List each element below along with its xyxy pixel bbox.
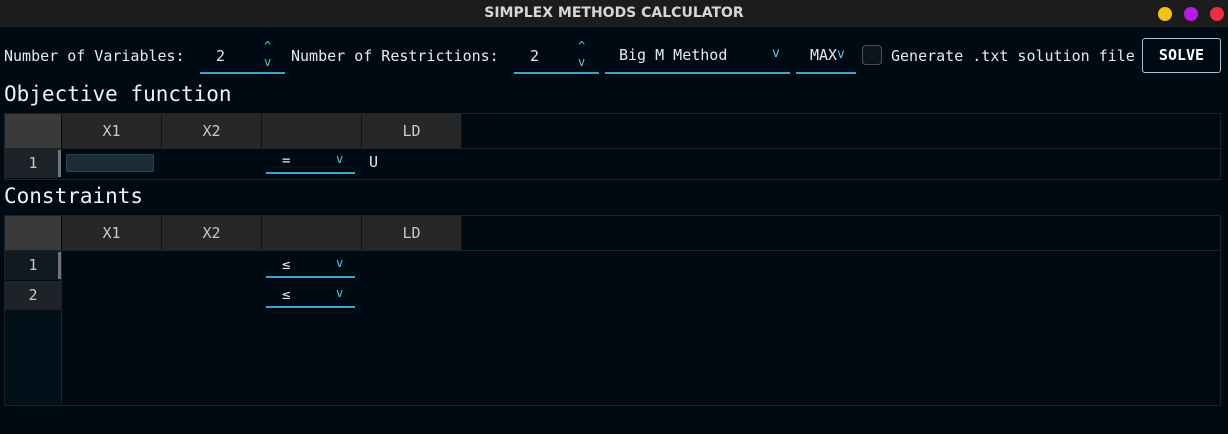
title-bar: SIMPLEX METHODS CALCULATOR — [0, 0, 1228, 28]
column-header-ld: LD — [362, 114, 462, 148]
window-title: SIMPLEX METHODS CALCULATOR — [484, 5, 744, 21]
spin-down-icon[interactable]: v — [264, 56, 271, 68]
restrictions-value: 2 — [530, 47, 540, 65]
objective-table: X1 X2 LD 1 = v U — [4, 113, 1221, 180]
spin-up-icon[interactable]: ^ — [578, 40, 585, 52]
toolbar: Number of Variables: 2 ^ v Number of Res… — [0, 38, 1228, 76]
objective-sign-value: = — [282, 153, 291, 169]
constraint-sign-value: ≤ — [282, 287, 291, 303]
row-header: 2 — [5, 281, 61, 310]
objective-sign-select[interactable]: = v — [266, 152, 355, 174]
table-corner — [5, 216, 61, 250]
column-header-ld: LD — [362, 216, 462, 250]
row-header: 1 — [5, 149, 61, 178]
row-header: 1 — [5, 251, 61, 280]
constraints-title: Constraints — [4, 184, 144, 208]
method-select[interactable]: Big M Method v — [605, 38, 790, 74]
column-header-x1: X1 — [62, 216, 162, 250]
divider — [5, 148, 1220, 149]
row-selection-indicator — [58, 150, 61, 177]
constraint-sign-select[interactable]: ≤ v — [266, 286, 355, 308]
variables-label: Number of Variables: — [4, 47, 185, 65]
column-header-sign — [262, 216, 362, 250]
variables-value: 2 — [216, 47, 226, 65]
spin-down-icon[interactable]: v — [578, 56, 585, 68]
generate-file-checkbox[interactable] — [862, 45, 882, 65]
objective-type-select[interactable]: MAX v — [796, 38, 856, 74]
constraints-table: X1 X2 LD 1 ≤ v 2 ≤ v — [4, 215, 1221, 406]
restrictions-spinbox[interactable]: 2 ^ v — [514, 38, 599, 74]
objective-type-value: MAX — [810, 46, 838, 64]
objective-ld-value[interactable]: U — [369, 153, 378, 171]
close-button[interactable] — [1210, 7, 1224, 21]
chevron-down-icon: v — [772, 46, 780, 61]
constraint-sign-value: ≤ — [282, 257, 291, 273]
objective-x1-input[interactable] — [66, 154, 154, 172]
column-header-x1: X1 — [62, 114, 162, 148]
row-selection-indicator — [58, 252, 61, 279]
column-header-x2: X2 — [162, 114, 262, 148]
divider — [5, 250, 1220, 251]
chevron-down-icon: v — [336, 152, 344, 166]
method-value: Big M Method — [619, 46, 728, 64]
table-corner — [5, 114, 61, 148]
minimize-button[interactable] — [1158, 7, 1172, 21]
column-header-sign — [262, 114, 362, 148]
solve-button[interactable]: SOLVE — [1142, 38, 1221, 73]
constraint-sign-select[interactable]: ≤ v — [266, 256, 355, 278]
restrictions-label: Number of Restrictions: — [291, 47, 499, 65]
generate-file-label: Generate .txt solution file — [891, 47, 1135, 65]
maximize-button[interactable] — [1184, 7, 1198, 21]
chevron-down-icon: v — [837, 47, 845, 62]
chevron-down-icon: v — [336, 256, 344, 270]
variables-spinbox[interactable]: 2 ^ v — [200, 38, 285, 74]
spin-up-icon[interactable]: ^ — [264, 40, 271, 52]
column-header-x2: X2 — [162, 216, 262, 250]
objective-title: Objective function — [4, 82, 232, 106]
chevron-down-icon: v — [336, 286, 344, 300]
